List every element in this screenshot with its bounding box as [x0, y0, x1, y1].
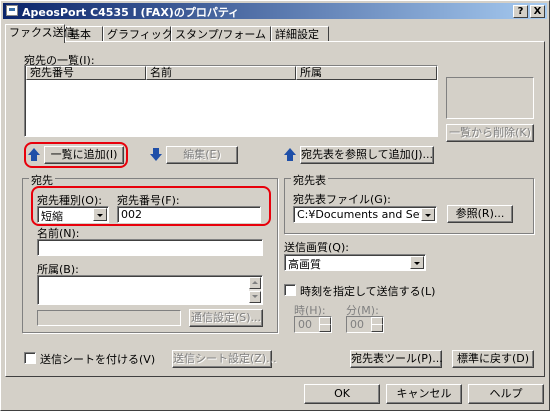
dest-file-value: C:¥Documents and Settings¥	[297, 208, 420, 221]
quality-label: 送信画質(Q):	[284, 241, 349, 254]
help-button[interactable]: ヘルプ	[468, 384, 544, 404]
edit-arrow-icon	[150, 148, 162, 162]
destination-group: 宛先 宛先種別(O): 宛先番号(F): 短縮 002 名前(N): 所属(B)…	[22, 172, 278, 333]
quality-select[interactable]: 高画質	[284, 254, 426, 271]
edit-button[interactable]: 編集(E)	[166, 146, 238, 164]
browse-file-button[interactable]: 参照(R)...	[447, 205, 513, 223]
help-title-button[interactable]: ?	[513, 5, 528, 18]
properties-dialog: ApeosPort C4535 I (FAX)のプロパティ ? X ファクス送信…	[0, 0, 550, 411]
scroll-down-icon[interactable]	[249, 291, 261, 303]
spin-down-icon[interactable]	[319, 324, 331, 332]
cover-sheet-label[interactable]: 送信シートを付ける(V)	[40, 351, 155, 367]
hour-value: 00	[298, 318, 312, 331]
chevron-down-icon[interactable]	[93, 208, 107, 221]
dest-type-select[interactable]: 短縮	[37, 206, 109, 223]
timer-checkbox-label[interactable]: 時刻を指定して送信する(L)	[300, 283, 435, 299]
tab-graphics[interactable]: グラフィックス	[103, 26, 183, 42]
fax-send-panel: 宛先の一覧(I): 宛先番号 名前 所属 一覧から削除(K) 一覧に追加(I) …	[5, 41, 545, 377]
printer-icon	[6, 5, 18, 16]
reset-default-button[interactable]: 標準に戻す(D)	[452, 350, 534, 368]
cancel-button[interactable]: キャンセル	[386, 384, 462, 404]
add-to-list-button[interactable]: 一覧に追加(I)	[44, 146, 124, 164]
delete-from-list-button[interactable]: 一覧から削除(K)	[446, 124, 534, 142]
chevron-down-icon[interactable]	[421, 208, 435, 221]
spin-down-icon[interactable]	[371, 324, 383, 332]
close-title-button[interactable]: X	[530, 5, 545, 18]
column-dest-number[interactable]: 宛先番号	[26, 66, 146, 80]
dest-table-group-title: 宛先表	[291, 172, 328, 188]
browse-add-button[interactable]: 宛先表を参照して追加(J)...	[300, 146, 434, 164]
column-affiliation[interactable]: 所属	[296, 66, 437, 80]
add-arrow-icon	[28, 148, 40, 162]
hour-spinner[interactable]: 00	[294, 316, 332, 333]
window-title: ApeosPort C4535 I (FAX)のプロパティ	[22, 6, 240, 19]
ok-button[interactable]: OK	[304, 384, 380, 404]
dest-file-label: 宛先表ファイル(G):	[293, 193, 391, 206]
quality-value: 高画質	[288, 258, 321, 271]
dest-number-value: 002	[121, 208, 142, 221]
scroll-up-icon[interactable]	[249, 277, 261, 289]
browse-arrow-icon	[284, 148, 296, 162]
preview-box	[446, 77, 534, 119]
dest-file-select[interactable]: C:¥Documents and Settings¥	[293, 206, 437, 223]
cover-sheet-checkbox[interactable]	[24, 352, 36, 364]
timer-checkbox[interactable]	[284, 284, 296, 296]
tab-advanced[interactable]: 詳細設定	[271, 26, 329, 42]
minute-spinner[interactable]: 00	[346, 316, 384, 333]
cover-settings-button[interactable]: 送信シート設定(Z)...	[172, 350, 277, 368]
comm-settings-button[interactable]: 通信設定(S)...	[189, 309, 263, 327]
title-bar: ApeosPort C4535 I (FAX)のプロパティ ? X	[3, 3, 547, 19]
affiliation-scrollbar[interactable]	[249, 277, 261, 303]
minute-value: 00	[350, 318, 364, 331]
tab-stamp-form[interactable]: スタンプ/フォーム	[171, 26, 271, 42]
destination-group-title: 宛先	[29, 172, 55, 188]
dest-table-group: 宛先表 宛先表ファイル(G): C:¥Documents and Setting…	[284, 172, 534, 234]
chevron-down-icon[interactable]	[410, 256, 424, 269]
name-input[interactable]	[37, 239, 263, 256]
tab-fax-send[interactable]: ファクス送信	[5, 24, 75, 43]
dest-type-value: 短縮	[41, 210, 63, 223]
comm-info-field	[37, 310, 181, 326]
dest-list-view[interactable]: 宛先番号 名前 所属	[24, 65, 438, 137]
affiliation-input[interactable]	[37, 275, 263, 305]
column-name[interactable]: 名前	[146, 66, 296, 80]
dest-number-input[interactable]: 002	[117, 206, 261, 223]
dest-tool-button[interactable]: 宛先表ツール(P)...	[350, 350, 443, 368]
